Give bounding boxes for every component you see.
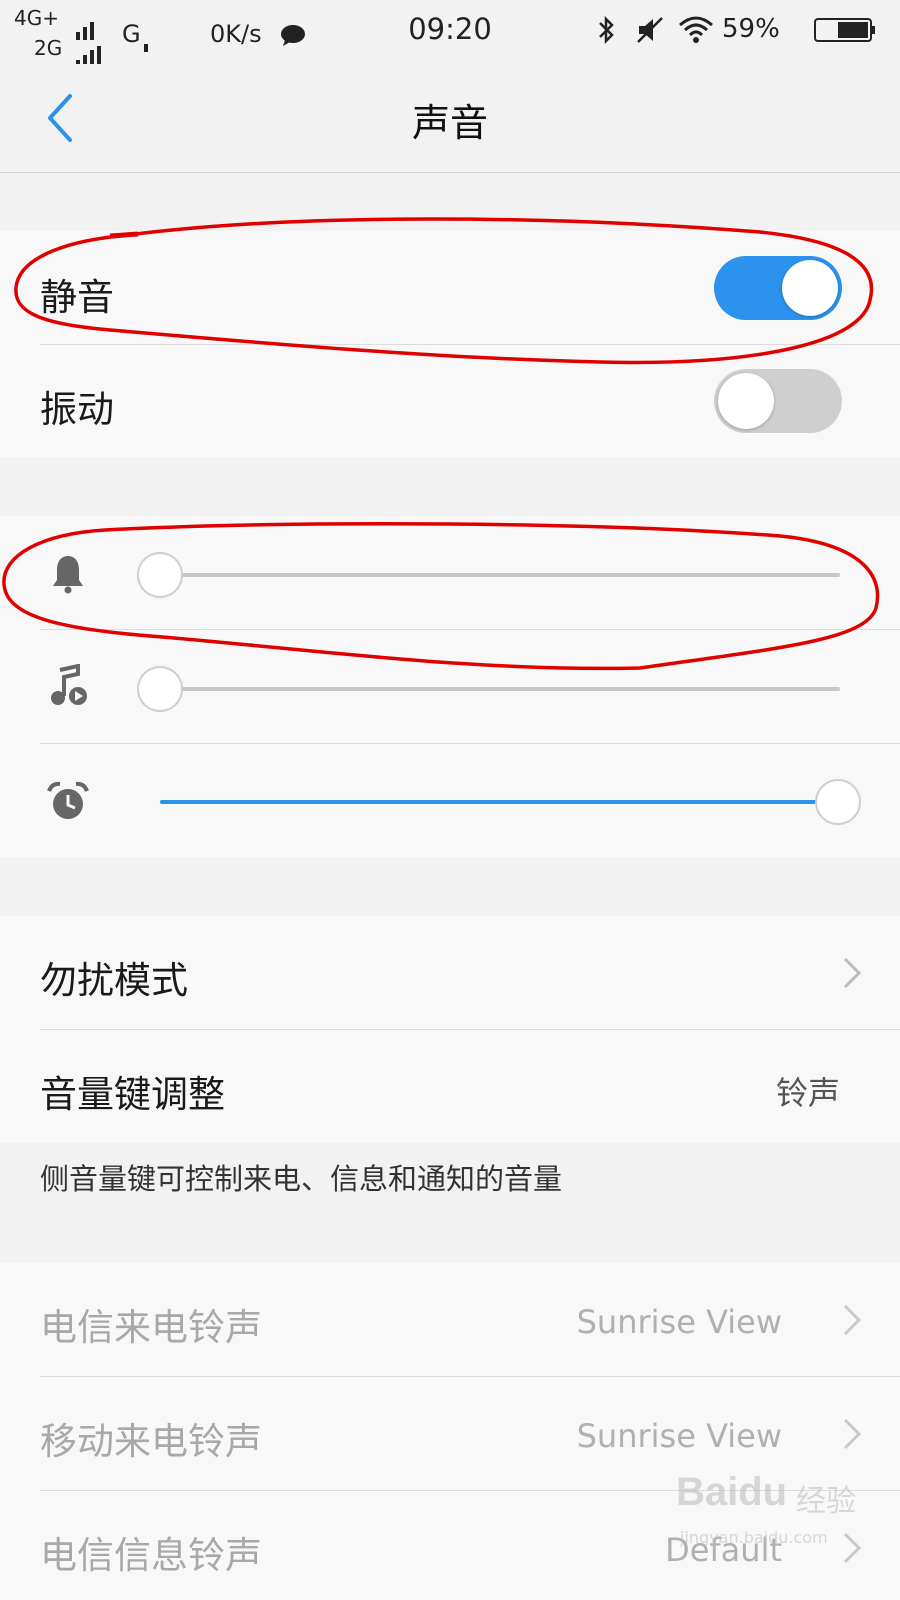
vibrate-label: 振动 bbox=[40, 388, 114, 431]
volume-key-footnote: 侧音量键可控制来电、信息和通知的音量 bbox=[40, 1162, 563, 1196]
ringer-volume-row bbox=[0, 516, 900, 629]
wifi-icon bbox=[679, 16, 713, 43]
app-header: 声音 bbox=[0, 64, 900, 173]
toggle-knob bbox=[718, 373, 774, 429]
battery-percent: 59% bbox=[722, 14, 780, 44]
chevron-right-icon bbox=[843, 957, 862, 989]
mute-row[interactable]: 静音 bbox=[0, 231, 900, 344]
mute-toggle[interactable] bbox=[714, 256, 842, 320]
slider-track bbox=[160, 687, 840, 691]
chevron-right-icon bbox=[843, 1304, 862, 1336]
slider-track bbox=[160, 573, 840, 577]
toggle-group: 静音 振动 bbox=[0, 231, 900, 457]
bluetooth-icon bbox=[599, 15, 614, 45]
watermark-logo: Baidu bbox=[676, 1470, 788, 1514]
slider-thumb[interactable] bbox=[137, 552, 183, 598]
page-title: 声音 bbox=[411, 101, 488, 145]
media-volume-row bbox=[0, 630, 900, 743]
bell-icon bbox=[53, 556, 83, 594]
telecom-message-tone-label: 电信信息铃声 bbox=[40, 1534, 262, 1577]
alarm-volume-row bbox=[0, 744, 900, 857]
vibrate-toggle[interactable] bbox=[714, 369, 842, 433]
slider-thumb[interactable] bbox=[137, 666, 183, 712]
mute-icon bbox=[637, 17, 663, 43]
watermark-url: jingyan.baidu.com bbox=[680, 1528, 828, 1547]
status-bar: 4G+ 2G G 0K/s 09:20 59% bbox=[0, 0, 900, 142]
chevron-right-icon bbox=[843, 1418, 862, 1450]
mobile-ringtone-value: Sunrise View bbox=[576, 1417, 782, 1455]
media-volume-slider[interactable] bbox=[137, 666, 840, 712]
slider-fill bbox=[160, 800, 840, 804]
mute-label: 静音 bbox=[40, 276, 114, 319]
mode-group: 勿扰模式 音量键调整 铃声 bbox=[0, 916, 900, 1143]
vibrate-row[interactable]: 振动 bbox=[0, 345, 900, 457]
slider-thumb[interactable] bbox=[815, 779, 861, 825]
ringer-volume-slider[interactable] bbox=[137, 552, 840, 598]
toggle-knob bbox=[782, 260, 838, 316]
volume-key-row[interactable]: 音量键调整 铃声 bbox=[0, 1030, 900, 1143]
baidu-watermark: Baidu 经验 jingyan.baidu.com bbox=[676, 1470, 856, 1570]
battery-icon bbox=[814, 18, 875, 42]
dnd-row[interactable]: 勿扰模式 bbox=[0, 916, 900, 1029]
dnd-label: 勿扰模式 bbox=[40, 959, 188, 1002]
volume-key-value: 铃声 bbox=[775, 1074, 840, 1112]
telecom-ringtone-value: Sunrise View bbox=[576, 1303, 782, 1341]
alarm-icon bbox=[47, 781, 89, 819]
alarm-volume-slider[interactable] bbox=[160, 779, 861, 825]
volume-group bbox=[0, 516, 900, 857]
music-icon bbox=[51, 664, 87, 705]
telecom-ringtone-row[interactable]: 电信来电铃声 Sunrise View bbox=[0, 1263, 900, 1376]
mobile-ringtone-label: 移动来电铃声 bbox=[40, 1420, 262, 1463]
watermark-text: 经验 bbox=[796, 1484, 856, 1519]
volume-key-label: 音量键调整 bbox=[40, 1073, 225, 1116]
telecom-ringtone-label: 电信来电铃声 bbox=[40, 1306, 262, 1349]
